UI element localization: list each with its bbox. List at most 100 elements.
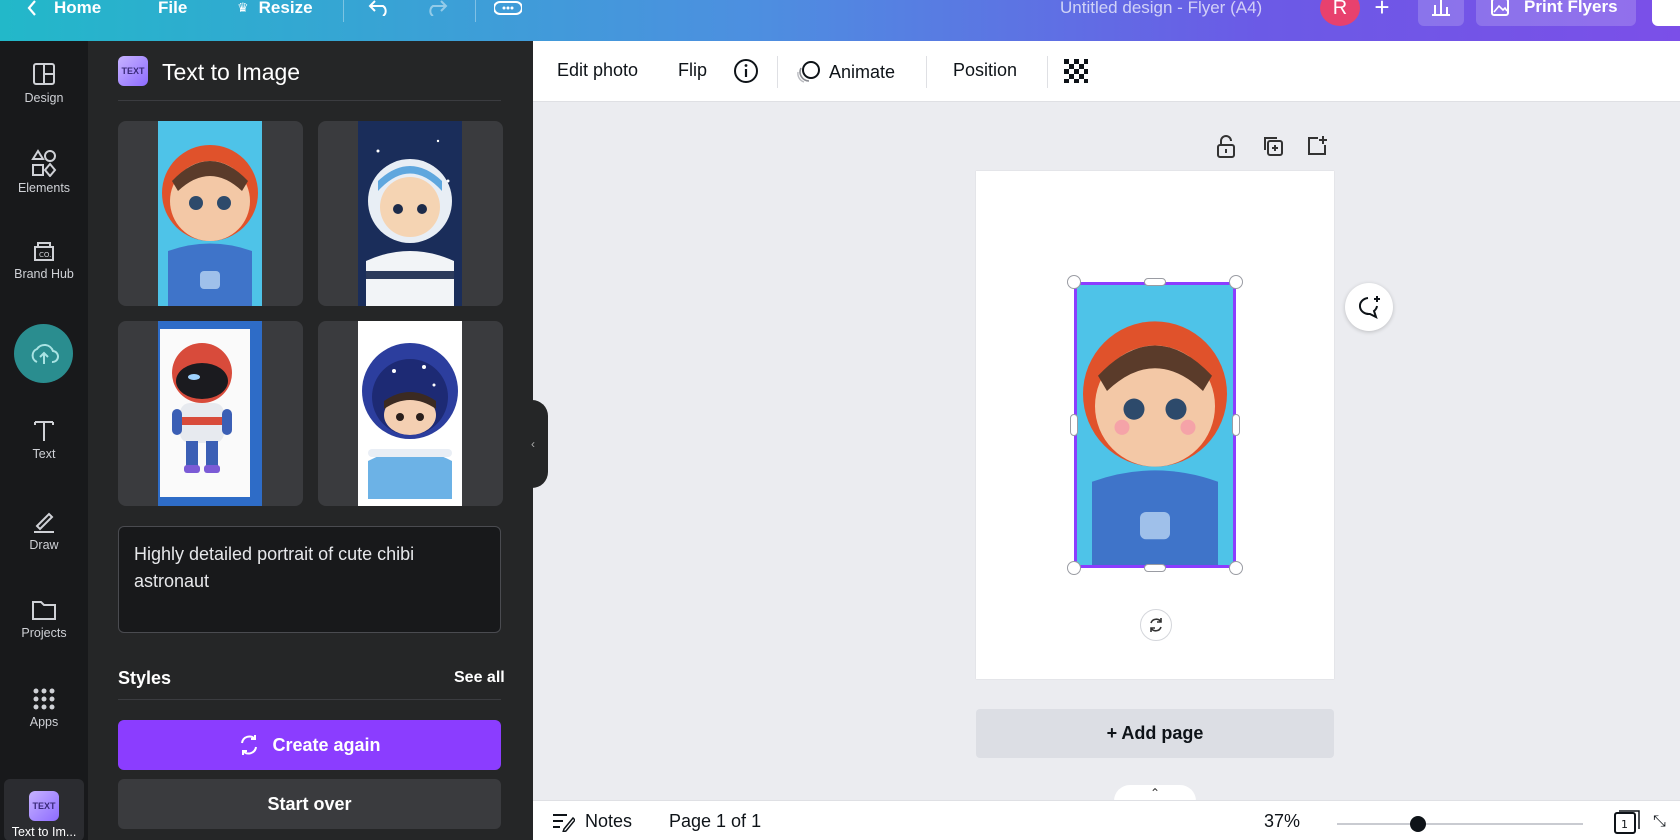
toolbar-divider	[1047, 56, 1048, 88]
lock-page-button[interactable]	[1215, 135, 1237, 164]
prompt-textarea[interactable]: Highly detailed portrait of cute chibi a…	[118, 526, 501, 633]
flip-label: Flip	[678, 60, 708, 80]
duplicate-page-button[interactable]	[1262, 135, 1284, 162]
astronaut-image	[358, 121, 462, 306]
rail-item-design[interactable]: Design	[0, 61, 88, 105]
rail-label: Elements	[17, 181, 71, 195]
position-button[interactable]: Position	[953, 60, 1017, 81]
generated-image-2[interactable]	[318, 121, 503, 306]
rail-label: Draw	[29, 538, 59, 552]
rail-item-brand-hub[interactable]: CO. Brand Hub	[0, 239, 88, 281]
rail-item-uploads[interactable]	[14, 324, 73, 383]
expand-icon: ⤡	[1653, 813, 1666, 830]
add-page-icon	[1308, 136, 1327, 155]
chevron-left-icon	[27, 0, 36, 16]
animate-button[interactable]: Animate	[795, 60, 895, 84]
astronaut-image	[158, 121, 262, 306]
fullscreen-button[interactable]: ⤡	[1653, 813, 1666, 831]
toolbar-divider	[475, 0, 476, 22]
cloud-save-status[interactable]	[494, 0, 522, 16]
resize-handle-top-left[interactable]	[1067, 275, 1081, 289]
info-button[interactable]	[733, 58, 759, 84]
lock-icon	[1217, 135, 1235, 158]
add-comment-button[interactable]	[1345, 283, 1393, 331]
generated-image-1[interactable]	[118, 121, 303, 306]
transparency-icon	[1064, 59, 1088, 83]
brand-icon: CO.	[34, 242, 54, 261]
start-over-button[interactable]: Start over	[118, 779, 501, 829]
zoom-slider-knob[interactable]	[1410, 816, 1426, 832]
add-page-icon-button[interactable]	[1306, 135, 1328, 162]
chevron-left-icon: ‹	[531, 437, 535, 451]
comment-plus-icon	[1359, 296, 1380, 319]
rail-item-draw[interactable]: Draw	[0, 508, 88, 552]
animate-icon	[797, 61, 820, 83]
panel-title: Text to Image	[162, 59, 301, 85]
share-button[interactable]	[1652, 0, 1680, 26]
undo-button[interactable]	[368, 0, 392, 16]
resize-handle-left[interactable]	[1070, 414, 1078, 436]
text-icon	[34, 421, 54, 441]
zoom-label: 37%	[1264, 811, 1301, 831]
zoom-percentage[interactable]: 37%	[1264, 811, 1300, 832]
rail-label: Apps	[29, 715, 59, 729]
create-again-button[interactable]: Create again	[118, 720, 501, 770]
rail-item-elements[interactable]: Elements	[0, 149, 88, 195]
zoom-slider-track[interactable]	[1337, 823, 1583, 825]
rail-label: Design	[24, 91, 64, 105]
rail-item-text[interactable]: Text	[0, 419, 88, 461]
toolbar-divider	[777, 56, 778, 88]
layout-icon	[33, 63, 55, 85]
page-indicator[interactable]: Page 1 of 1	[669, 811, 761, 832]
top-bar: Home File ♛ Resize Untitled design - Fly…	[0, 0, 1680, 41]
position-label: Position	[953, 60, 1018, 80]
flip-button[interactable]: Flip	[678, 60, 707, 81]
rail-item-projects[interactable]: Projects	[0, 598, 88, 640]
home-label: Home	[54, 0, 102, 17]
rail-item-apps[interactable]: Apps	[0, 687, 88, 729]
pages-count-icon: 1	[1614, 810, 1640, 834]
rail-item-text-to-image[interactable]: TEXT Text to Im...	[4, 779, 84, 840]
notes-button[interactable]: Notes	[551, 811, 632, 832]
resize-handle-top-right[interactable]	[1229, 275, 1243, 289]
resize-handle-right[interactable]	[1232, 414, 1240, 436]
text-to-image-app-icon: TEXT	[118, 56, 148, 86]
avatar[interactable]: R	[1320, 0, 1360, 26]
see-all-link[interactable]: See all	[454, 669, 505, 687]
divider	[118, 699, 501, 700]
print-flyers-label: Print Flyers	[1524, 0, 1618, 16]
pen-icon	[34, 512, 54, 533]
text-to-image-panel: TEXT Text to Image Highly detailed portr…	[88, 41, 533, 840]
add-collaborator-button[interactable]: +	[1362, 0, 1402, 26]
upload-cloud-icon	[31, 343, 59, 364]
edit-photo-label: Edit photo	[557, 60, 639, 80]
transparency-button[interactable]	[1063, 58, 1089, 84]
notes-label: Notes	[585, 811, 633, 831]
selected-image[interactable]	[1074, 282, 1236, 568]
resize-handle-bottom[interactable]	[1144, 564, 1166, 572]
svg-text:CO.: CO.	[39, 251, 51, 259]
astronaut-image	[358, 321, 462, 506]
context-toolbar: Edit photo Flip Animate Position	[533, 41, 1680, 102]
design-title[interactable]: Untitled design - Flyer (A4)	[1060, 0, 1262, 18]
redo-button[interactable]	[424, 0, 448, 16]
generated-image-3[interactable]	[118, 321, 303, 506]
edit-photo-button[interactable]: Edit photo	[557, 60, 638, 81]
add-page-button[interactable]: + Add page	[976, 709, 1334, 758]
print-flyers-button[interactable]: Print Flyers	[1476, 0, 1636, 26]
collapse-panel-handle[interactable]: ‹	[518, 400, 548, 488]
insights-button[interactable]	[1418, 0, 1464, 26]
generated-image-4[interactable]	[318, 321, 503, 506]
resize-handle-bottom-right[interactable]	[1229, 561, 1243, 575]
file-menu-button[interactable]: File	[158, 0, 187, 17]
show-pages-button[interactable]: ⌃	[1114, 785, 1196, 801]
rotate-button[interactable]	[1140, 609, 1172, 641]
home-button[interactable]: Home	[26, 0, 102, 17]
resize-handle-bottom-left[interactable]	[1067, 561, 1081, 575]
resize-label: Resize	[258, 0, 313, 17]
resize-handle-top[interactable]	[1144, 278, 1166, 286]
redo-icon	[429, 0, 448, 16]
page-grid-button[interactable]: 1	[1613, 809, 1641, 835]
left-rail: Design Elements CO. Brand Hub Text Draw …	[0, 41, 88, 840]
resize-button[interactable]: ♛ Resize	[237, 0, 313, 17]
